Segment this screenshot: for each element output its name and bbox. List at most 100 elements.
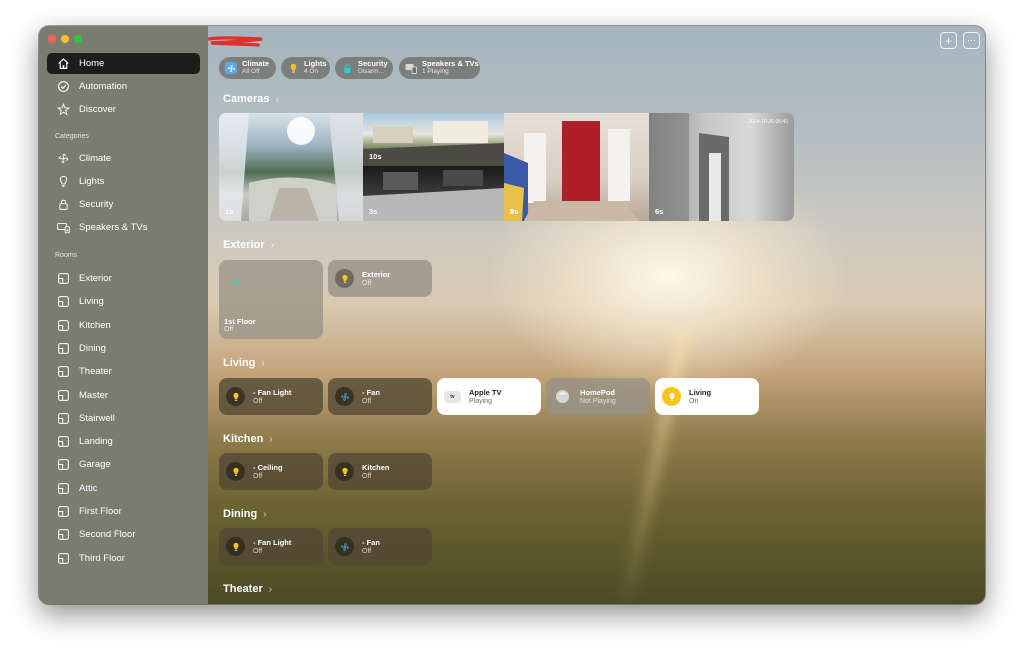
room-icon <box>55 411 71 427</box>
lightbulb-icon <box>226 462 245 481</box>
camera-feed[interactable]: 10s <box>363 113 504 166</box>
sidebar-item-room-attic[interactable]: Attic <box>47 478 200 499</box>
lock-icon <box>55 197 71 213</box>
section-title-text: Exterior <box>223 239 265 251</box>
kitchen-section-title[interactable]: Kitchen › <box>223 433 273 445</box>
living-fan-tile[interactable]: - Fan Off <box>328 378 432 415</box>
star-icon <box>55 102 71 118</box>
sidebar-item-label: Security <box>79 199 114 210</box>
camera-timestamp: 2024-10-26 05:45 <box>748 119 788 125</box>
living-section-title[interactable]: Living › <box>223 357 265 369</box>
sidebar-item-label: Theater <box>79 366 112 377</box>
tile-name: - Ceiling <box>253 462 283 472</box>
exterior-section-title[interactable]: Exterior › <box>223 239 274 251</box>
theater-section-title[interactable]: Theater › <box>223 583 272 595</box>
sidebar-item-label: Discover <box>79 104 116 115</box>
sidebar-item-room-theater[interactable]: Theater <box>47 361 200 382</box>
sidebar-item-label: Third Floor <box>79 553 125 564</box>
section-title-text: Kitchen <box>223 433 264 445</box>
sidebar-item-label: First Floor <box>79 506 122 517</box>
sidebar-item-label: Living <box>79 296 104 307</box>
zoom-window-button[interactable] <box>74 35 82 43</box>
kitchen-light-tile[interactable]: Kitchen Off <box>328 453 432 490</box>
sidebar-item-room-living[interactable]: Living <box>47 291 200 312</box>
pill-title: Security <box>358 59 388 68</box>
sidebar-item-label: Second Floor <box>79 529 136 540</box>
dining-section-title[interactable]: Dining › <box>223 508 267 520</box>
add-button[interactable]: + <box>940 32 957 49</box>
sidebar-item-room-second-floor[interactable]: Second Floor <box>47 524 200 545</box>
exterior-light-tile[interactable]: Exterior Off <box>328 260 432 297</box>
camera-snapshot-age: 3s <box>369 207 378 216</box>
tile-name: - Fan Light <box>253 387 292 397</box>
room-icon <box>55 481 71 497</box>
sidebar-item-security[interactable]: Security <box>47 194 200 215</box>
cameras-section-title[interactable]: Cameras › <box>223 93 279 105</box>
redaction-mark <box>208 36 263 47</box>
living-fan-light-tile[interactable]: - Fan Light Off <box>219 378 323 415</box>
sidebar-item-label: Kitchen <box>79 320 111 331</box>
security-status-pill[interactable]: Security Disarm... <box>335 57 393 79</box>
sidebar-item-speakers-tvs[interactable]: Speakers & TVs <box>47 217 200 238</box>
fan-icon <box>225 62 237 74</box>
room-icon <box>55 504 71 520</box>
apple-tv-icon: tv <box>444 390 461 403</box>
kitchen-ceiling-tile[interactable]: - Ceiling Off <box>219 453 323 490</box>
tile-state: Off <box>253 547 263 555</box>
tile-state: Off <box>224 326 234 333</box>
fan-icon <box>335 537 354 556</box>
homepod-icon <box>553 387 572 406</box>
tile-state: Off <box>362 472 372 480</box>
sidebar-item-room-garage[interactable]: Garage <box>47 454 200 475</box>
sidebar-item-label: Home <box>79 58 105 69</box>
sidebar-item-room-master[interactable]: Master <box>47 385 200 406</box>
sidebar-item-room-third-floor[interactable]: Third Floor <box>47 548 200 569</box>
speakers-tvs-status-pill[interactable]: Speakers & TVs 1 Playing <box>399 57 480 79</box>
section-title-text: Cameras <box>223 93 270 105</box>
dining-fan-light-tile[interactable]: - Fan Light Off <box>219 528 323 565</box>
sidebar-item-discover[interactable]: Discover <box>47 99 200 120</box>
camera-snapshot-age: 1s <box>225 207 234 216</box>
homepod-tile[interactable]: HomePod Not Playing <box>546 378 650 415</box>
dining-fan-tile[interactable]: - Fan Off <box>328 528 432 565</box>
house-icon <box>55 56 71 72</box>
camera-feed[interactable]: 2024-10-26 05:45 6s <box>649 113 794 221</box>
sidebar-item-room-first-floor[interactable]: First Floor <box>47 501 200 522</box>
sidebar-item-label: Climate <box>79 153 112 164</box>
tile-name: HomePod <box>580 387 616 397</box>
section-title-text: Dining <box>223 508 258 520</box>
apple-tv-tile[interactable]: tv Apple TV Playing <box>437 378 541 415</box>
sidebar-item-room-landing[interactable]: Landing <box>47 431 200 452</box>
lights-status-pill[interactable]: Lights 4 On <box>281 57 330 79</box>
more-button[interactable]: ⋯ <box>963 32 980 49</box>
first-floor-tile[interactable]: 1st Floor Off <box>219 260 323 339</box>
sidebar-item-home[interactable]: Home <box>47 53 200 74</box>
fan-icon <box>232 274 241 292</box>
climate-status-pill[interactable]: Climate All Off <box>219 57 276 79</box>
pill-title: Speakers & TVs <box>422 59 479 68</box>
background-light-ray <box>616 328 690 604</box>
camera-feed[interactable]: 8s <box>504 113 649 221</box>
sidebar-item-room-kitchen[interactable]: Kitchen <box>47 315 200 336</box>
sidebar-item-lights[interactable]: Lights <box>47 171 200 192</box>
room-icon <box>55 364 71 380</box>
sidebar-item-climate[interactable]: Climate <box>47 148 200 169</box>
sidebar-item-label: Stairwell <box>79 413 115 424</box>
fan-icon <box>335 387 354 406</box>
lightbulb-icon <box>226 537 245 556</box>
camera-feed[interactable]: 3s <box>363 166 504 221</box>
pill-subtitle: 4 On <box>304 68 319 75</box>
room-icon <box>55 527 71 543</box>
minimize-window-button[interactable] <box>61 35 69 43</box>
fan-icon <box>55 151 71 167</box>
camera-feed[interactable]: 1s <box>219 113 363 221</box>
sidebar-item-room-stairwell[interactable]: Stairwell <box>47 408 200 429</box>
close-window-button[interactable] <box>48 35 56 43</box>
sidebar-item-room-exterior[interactable]: Exterior <box>47 268 200 289</box>
sidebar-item-room-dining[interactable]: Dining <box>47 338 200 359</box>
camera-image <box>504 121 639 221</box>
sidebar-item-label: Dining <box>79 343 106 354</box>
living-light-tile[interactable]: Living On <box>655 378 759 415</box>
categories-heading: Categories <box>55 133 89 140</box>
sidebar-item-automation[interactable]: Automation <box>47 76 200 97</box>
